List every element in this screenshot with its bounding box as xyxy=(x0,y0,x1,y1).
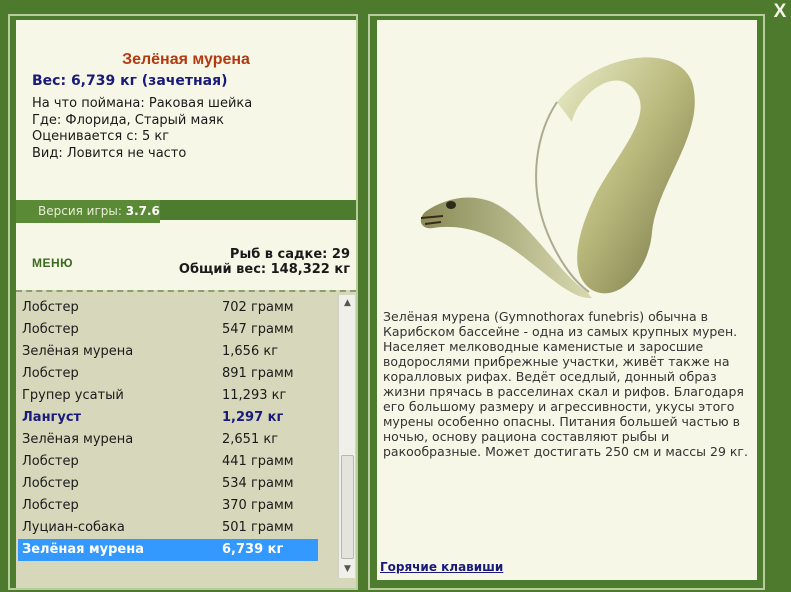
scroll-thumb[interactable] xyxy=(341,455,354,559)
catch-item-name: Лобстер xyxy=(22,322,79,337)
catch-list-item[interactable]: Лобстер 534 грамм xyxy=(18,473,318,495)
fish-description: Зелёная мурена (Gymnothorax funebris) об… xyxy=(383,309,748,459)
catch-item-weight: 2,651 кг xyxy=(222,432,279,447)
catch-item-weight: 547 грамм xyxy=(222,322,294,337)
catch-item-weight: 702 грамм xyxy=(222,300,294,315)
scroll-up-arrow-icon[interactable]: ▲ xyxy=(339,295,356,312)
catch-item-weight: 441 грамм xyxy=(222,454,294,469)
catch-item-name: Лобстер xyxy=(22,498,79,513)
catch-item-name: Зелёная мурена xyxy=(22,344,134,359)
catch-item-weight: 11,293 кг xyxy=(222,388,287,403)
catch-list-item[interactable]: Лобстер 370 грамм xyxy=(18,495,318,517)
version-label: Версия игры: xyxy=(38,204,126,218)
catch-item-name: Лобстер xyxy=(22,366,79,381)
catch-item-name: Зелёная мурена xyxy=(22,542,144,557)
close-icon[interactable]: X xyxy=(772,2,788,21)
version-value: 3.7.6 xyxy=(125,204,160,218)
catch-list-item[interactable]: Лобстер 441 грамм xyxy=(18,451,318,473)
catch-list-item[interactable]: Лобстер 547 грамм xyxy=(18,319,318,341)
catch-stats: Рыб в садке: 29 Общий вес: 148,322 кг xyxy=(179,247,350,277)
catch-item-weight: 891 грамм xyxy=(222,366,294,381)
catch-item-name: Лобстер xyxy=(22,454,79,469)
fish-prop-location: Где: Флорида, Старый маяк xyxy=(32,112,224,128)
fish-info-panel: Зелёная мурена Вес: 6,739 кг (зачетная) … xyxy=(16,20,356,200)
fish-prop-min-weight: Оценивается с: 5 кг xyxy=(32,129,170,144)
fish-title: Зелёная мурена xyxy=(122,51,250,68)
catch-item-name: Лобстер xyxy=(22,476,79,491)
catch-list-item[interactable]: Луциан-собака 501 грамм xyxy=(18,517,318,539)
catch-item-weight: 370 грамм xyxy=(222,498,294,513)
fish-detail-panel: Зелёная мурена (Gymnothorax funebris) об… xyxy=(377,20,757,580)
hotkeys-link[interactable]: Горячие клавиши xyxy=(380,560,503,574)
menu-button[interactable]: МЕНЮ xyxy=(32,256,80,272)
catch-list-scrollbar[interactable]: ▲ ▼ xyxy=(338,295,355,578)
catch-list-item[interactable]: Лангуст 1,297 кг xyxy=(18,407,318,429)
eel-image xyxy=(420,57,695,299)
catch-list-item[interactable]: Групер усатый 11,293 кг xyxy=(18,385,318,407)
catch-list-item[interactable]: Зелёная мурена 2,651 кг xyxy=(18,429,318,451)
catch-item-weight: 534 грамм xyxy=(222,476,294,491)
catch-item-name: Лобстер xyxy=(22,300,79,315)
catch-item-name: Групер усатый xyxy=(22,388,124,403)
catch-list-item[interactable]: Лобстер 891 грамм xyxy=(18,363,318,385)
fish-count: Рыб в садке: 29 xyxy=(229,247,350,262)
catch-list-item[interactable]: Зелёная мурена 1,656 кг xyxy=(18,341,318,363)
catch-item-name: Зелёная мурена xyxy=(22,432,134,447)
fish-weight: Вес: 6,739 кг (зачетная) xyxy=(32,73,228,89)
catch-item-weight: 1,297 кг xyxy=(222,410,284,425)
total-weight: Общий вес: 148,322 кг xyxy=(178,262,350,277)
catch-item-name: Лангуст xyxy=(22,410,82,425)
fish-prop-bait: На что поймана: Раковая шейка xyxy=(32,96,253,111)
fish-properties: На что поймана: Раковая шейка Где: Флори… xyxy=(32,96,252,162)
catch-item-weight: 501 грамм xyxy=(222,520,294,535)
version-bar: Версия игры: 3.7.6 xyxy=(16,200,160,223)
catch-item-weight: 6,739 кг xyxy=(222,542,284,557)
scroll-down-arrow-icon[interactable]: ▼ xyxy=(339,561,356,578)
catch-item-weight: 1,656 кг xyxy=(222,344,279,359)
catch-list-item[interactable]: Зелёная мурена 6,739 кг xyxy=(18,539,318,561)
catch-list-item[interactable]: Лобстер 702 грамм xyxy=(18,297,318,319)
fish-prop-rarity: Вид: Ловится не часто xyxy=(32,145,187,161)
catch-item-name: Луциан-собака xyxy=(22,520,125,535)
